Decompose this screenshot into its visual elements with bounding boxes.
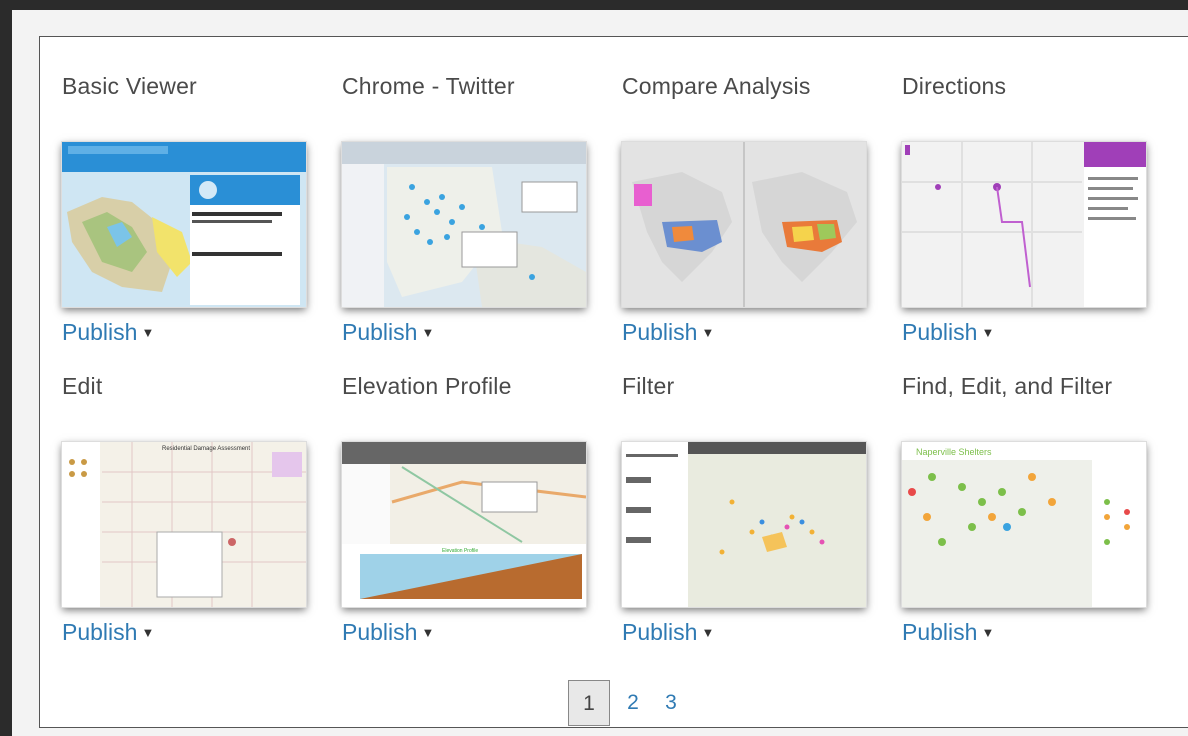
caret-down-icon: ▼ xyxy=(141,325,155,340)
template-title: Basic Viewer xyxy=(62,73,197,99)
map-thumbnail-basic-viewer[interactable] xyxy=(62,142,306,307)
publish-dropdown[interactable]: Publish ▼ xyxy=(902,319,994,346)
template-gallery: Basic Viewer Publish ▼ Chrome - Twitter … xyxy=(39,36,1188,728)
caret-down-icon: ▼ xyxy=(421,325,435,340)
svg-text:Naperville Shelters: Naperville Shelters xyxy=(916,447,992,457)
publish-label: Publish xyxy=(342,319,418,345)
publish-dropdown[interactable]: Publish ▼ xyxy=(902,619,994,646)
template-title: Elevation Profile xyxy=(342,373,512,399)
map-thumbnail-edit[interactable]: Residential Damage Assessment xyxy=(62,442,306,607)
map-thumbnail-elevation-profile[interactable]: Elevation Profile xyxy=(342,442,586,607)
caret-down-icon: ▼ xyxy=(701,325,715,340)
template-title: Chrome - Twitter xyxy=(342,73,515,99)
template-title: Find, Edit, and Filter xyxy=(902,373,1113,399)
publish-dropdown[interactable]: Publish ▼ xyxy=(622,619,714,646)
publish-label: Publish xyxy=(902,319,978,345)
template-title: Filter xyxy=(622,373,675,399)
publish-label: Publish xyxy=(62,319,138,345)
publish-label: Publish xyxy=(622,619,698,645)
svg-text:Residential Damage Assessment: Residential Damage Assessment xyxy=(162,446,250,452)
map-thumbnail-filter[interactable] xyxy=(622,442,866,607)
page-button-1[interactable]: 1 xyxy=(568,680,610,726)
publish-dropdown[interactable]: Publish ▼ xyxy=(62,319,154,346)
svg-text:Elevation Profile: Elevation Profile xyxy=(442,548,478,554)
caret-down-icon: ▼ xyxy=(141,625,155,640)
template-title: Directions xyxy=(902,73,1007,99)
caret-down-icon: ▼ xyxy=(981,325,995,340)
template-title: Compare Analysis xyxy=(622,73,811,99)
publish-label: Publish xyxy=(622,319,698,345)
page-button-2[interactable]: 2 xyxy=(622,680,644,726)
publish-label: Publish xyxy=(342,619,418,645)
publish-label: Publish xyxy=(62,619,138,645)
map-thumbnail-directions[interactable] xyxy=(902,142,1146,307)
publish-dropdown[interactable]: Publish ▼ xyxy=(62,619,154,646)
page-button-3[interactable]: 3 xyxy=(660,680,682,726)
caret-down-icon: ▼ xyxy=(701,625,715,640)
publish-label: Publish xyxy=(902,619,978,645)
template-title: Edit xyxy=(62,373,103,399)
caret-down-icon: ▼ xyxy=(421,625,435,640)
publish-dropdown[interactable]: Publish ▼ xyxy=(342,619,434,646)
map-thumbnail-compare-analysis[interactable] xyxy=(622,142,866,307)
publish-dropdown[interactable]: Publish ▼ xyxy=(342,319,434,346)
caret-down-icon: ▼ xyxy=(981,625,995,640)
window-background: Basic Viewer Publish ▼ Chrome - Twitter … xyxy=(12,10,1188,736)
map-thumbnail-find-edit-filter[interactable]: Naperville Shelters xyxy=(902,442,1146,607)
map-thumbnail-chrome-twitter[interactable] xyxy=(342,142,586,307)
publish-dropdown[interactable]: Publish ▼ xyxy=(622,319,714,346)
